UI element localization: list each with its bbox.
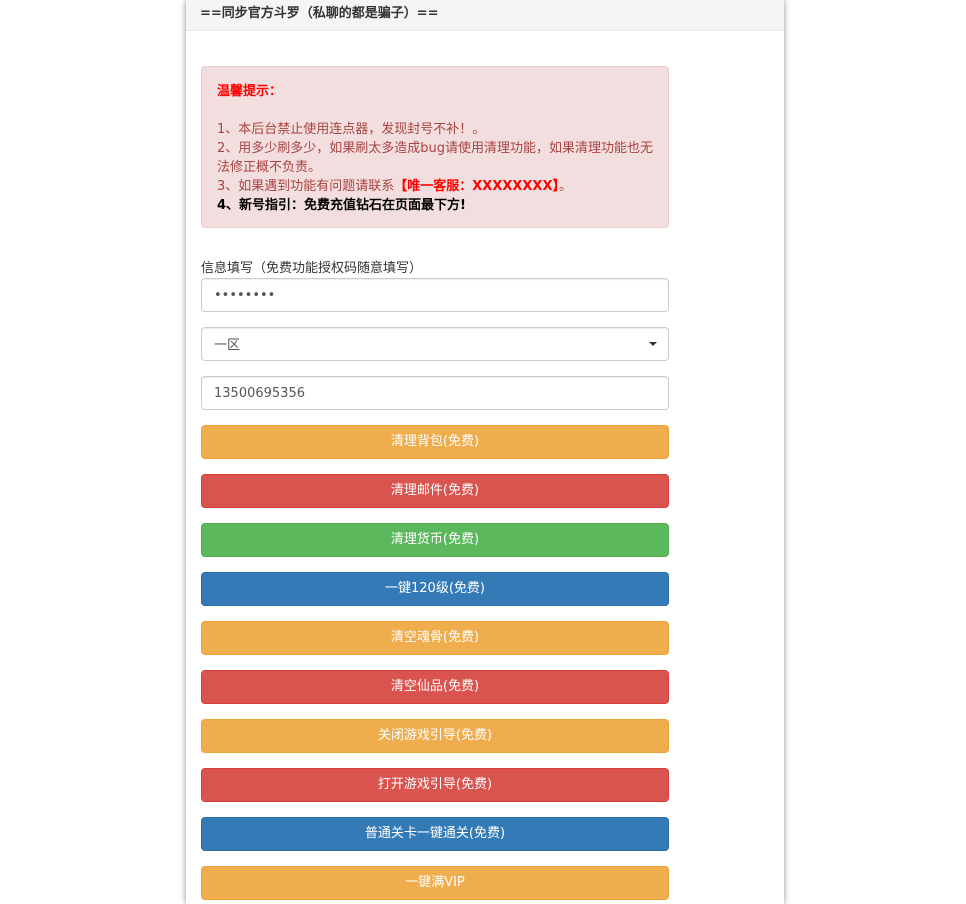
chevron-down-icon <box>649 342 657 346</box>
notice-title: 温馨提示： <box>217 84 283 99</box>
notice-line-2: 2、用多少刷多少，如果刷太多造成bug请使用清理功能，如果清理功能也无法修正概不… <box>217 141 654 175</box>
notice-line-3: 3、如果遇到功能有问题请联系【唯一客服：XXXXXXXX】。 <box>217 177 653 196</box>
level-120-button[interactable]: 一键120级(免费) <box>201 572 669 606</box>
clear-currency-button[interactable]: 清理货币(免费) <box>201 523 669 557</box>
server-select-value[interactable]: 一区 <box>201 327 669 361</box>
support-contact: 【唯一客服：XXXXXXXX】 <box>394 179 559 194</box>
form-label: 信息填写（免费功能授权码随意填写） <box>201 261 423 276</box>
clear-soul-bone-button[interactable]: 清空魂骨(免费) <box>201 621 669 655</box>
clear-mail-button[interactable]: 清理邮件(免费) <box>201 474 669 508</box>
notice-line-1: 1、本后台禁止使用连点器，发现封号不补！。 <box>217 122 486 137</box>
notice-line-4: 4、新号指引：免费充值钻石在页面最下方! <box>217 198 466 213</box>
notice-line-3-end: 。 <box>558 179 572 194</box>
action-button-list: 清理背包(免费) 清理邮件(免费) 清理货币(免费) 一键120级(免费) 清空魂骨(免… <box>201 425 669 900</box>
clear-immortal-item-button[interactable]: 清空仙品(免费) <box>201 670 669 704</box>
open-guide-button[interactable]: 打开游戏引导(免费) <box>201 768 669 802</box>
server-select[interactable]: 一区 <box>201 327 669 361</box>
main-panel: ==同步官方斗罗（私聊的都是骗子）== 温馨提示： 1、本后台禁止使用连点器，发… <box>186 0 784 904</box>
close-guide-button[interactable]: 关闭游戏引导(免费) <box>201 719 669 753</box>
clear-stages-button[interactable]: 普通关卡一键通关(免费) <box>201 817 669 851</box>
notice-line-3-text: 3、如果遇到功能有问题请联系 <box>217 179 395 194</box>
password-field[interactable] <box>201 278 669 312</box>
max-vip-button[interactable]: 一键满VIP <box>201 866 669 900</box>
notice-box: 温馨提示： 1、本后台禁止使用连点器，发现封号不补！。 2、用多少刷多少，如果刷… <box>201 66 669 228</box>
content-area: 温馨提示： 1、本后台禁止使用连点器，发现封号不补！。 2、用多少刷多少，如果刷… <box>201 66 669 900</box>
panel-title: ==同步官方斗罗（私聊的都是骗子）== <box>186 0 784 31</box>
account-field[interactable] <box>201 376 669 410</box>
clear-bag-button[interactable]: 清理背包(免费) <box>201 425 669 459</box>
